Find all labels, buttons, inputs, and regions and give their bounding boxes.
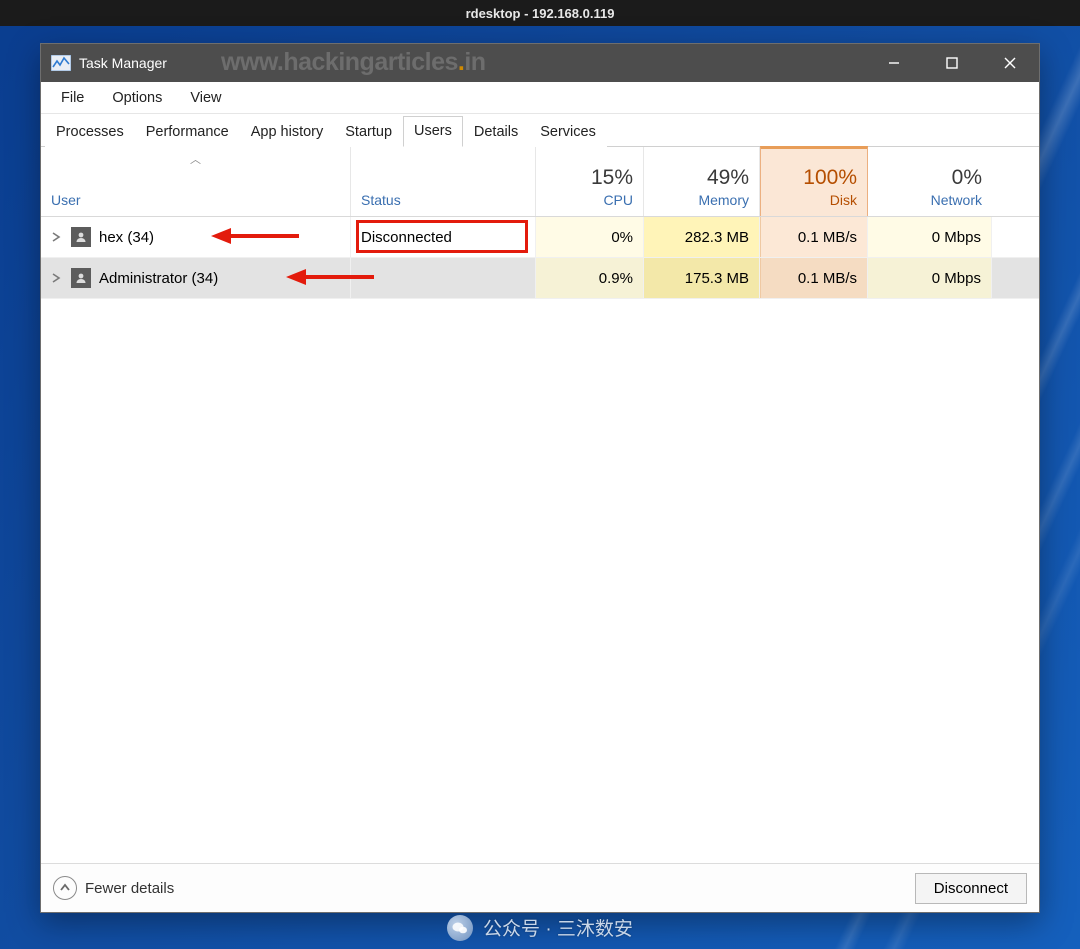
fewer-details-toggle[interactable]: Fewer details [53,876,174,900]
tab-startup[interactable]: Startup [334,117,403,147]
network-cell: 0 Mbps [868,258,992,298]
columns-header: ︿ User Status 15% CPU 49% Memory 100% Di… [41,147,1039,217]
user-row-administrator[interactable]: Administrator (34) 0.9% 175.3 MB 0.1 MB/… [41,258,1039,299]
fewer-details-label: Fewer details [85,880,174,897]
tab-bar: Processes Performance App history Startu… [41,114,1039,147]
window-controls [865,44,1039,82]
memory-cell: 282.3 MB [644,217,760,257]
minimize-button[interactable] [865,44,923,82]
user-name: hex (34) [99,229,154,246]
cpu-cell: 0.9% [536,258,644,298]
watermark-text: www.hackingarticles.in [221,48,486,77]
footer-bar: Fewer details Disconnect [41,863,1039,912]
col-memory[interactable]: 49% Memory [644,147,760,216]
user-cell: Administrator (34) [41,258,351,298]
tab-users[interactable]: Users [403,116,463,147]
menu-view[interactable]: View [176,86,235,110]
status-cell: Disconnected [351,217,536,257]
window-title: Task Manager [79,55,167,71]
col-disk[interactable]: 100% Disk [760,146,868,216]
user-cell: hex (34) [41,217,351,257]
disk-cell: 0.1 MB/s [760,217,868,257]
expand-icon[interactable] [51,229,63,246]
tab-performance[interactable]: Performance [135,117,240,147]
network-cell: 0 Mbps [868,217,992,257]
menu-file[interactable]: File [47,86,98,110]
close-button[interactable] [981,44,1039,82]
tab-processes[interactable]: Processes [45,117,135,147]
task-manager-icon [51,55,71,71]
menu-bar: File Options View [41,82,1039,114]
wechat-icon [447,915,473,941]
col-status[interactable]: Status [351,147,536,216]
chevron-up-icon [53,876,77,900]
disconnect-button[interactable]: Disconnect [915,873,1027,904]
expand-icon[interactable] [51,270,63,287]
rdesktop-title: rdesktop - 192.168.0.119 [466,6,615,21]
user-icon [71,268,91,288]
user-row-hex[interactable]: hex (34) Disconnected 0% 282.3 MB 0.1 MB… [41,217,1039,258]
col-network[interactable]: 0% Network [868,147,992,216]
sort-indicator-icon: ︿ [190,151,201,167]
rdesktop-titlebar: rdesktop - 192.168.0.119 [0,0,1080,26]
cpu-cell: 0% [536,217,644,257]
tab-services[interactable]: Services [529,117,607,147]
tab-details[interactable]: Details [463,117,529,147]
empty-area [41,299,1039,863]
bottom-watermark-text: 公众号 · 三沐数安 [483,914,633,941]
menu-options[interactable]: Options [98,86,176,110]
disk-cell: 0.1 MB/s [760,258,868,298]
task-manager-window: Task Manager www.hackingarticles.in File… [40,43,1040,913]
status-cell [351,258,536,298]
memory-cell: 175.3 MB [644,258,760,298]
maximize-button[interactable] [923,44,981,82]
col-user[interactable]: ︿ User [41,147,351,216]
window-titlebar[interactable]: Task Manager www.hackingarticles.in [41,44,1039,82]
col-cpu[interactable]: 15% CPU [536,147,644,216]
user-icon [71,227,91,247]
tab-app-history[interactable]: App history [240,117,335,147]
user-name: Administrator (34) [99,270,218,287]
